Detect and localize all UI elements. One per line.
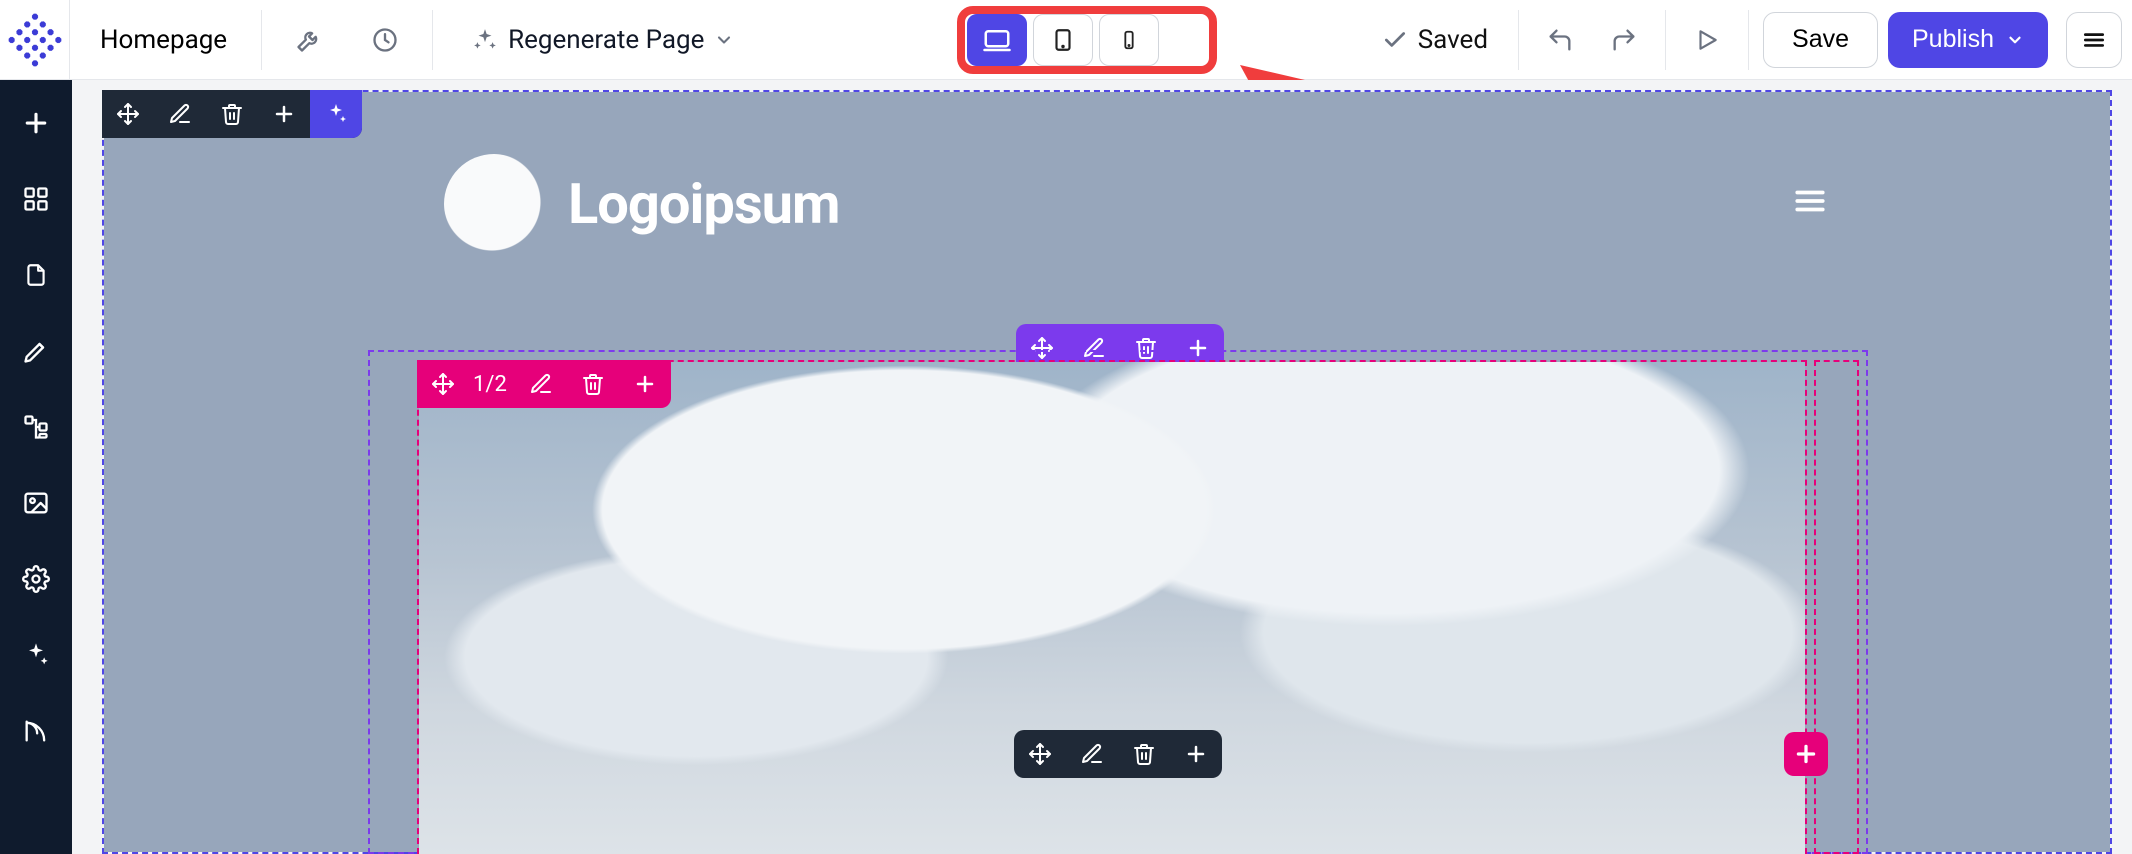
undo-icon <box>1546 26 1574 54</box>
blog-icon <box>22 717 50 745</box>
redo-button[interactable] <box>1597 13 1651 67</box>
page-title[interactable]: Homepage <box>80 25 247 55</box>
sidebar-design-button[interactable] <box>19 334 53 368</box>
column-outline-2[interactable] <box>1814 360 1859 854</box>
sidebar-pages-button[interactable] <box>19 258 53 292</box>
regenerate-page-button[interactable]: Regenerate Page <box>447 13 759 67</box>
desktop-icon <box>982 25 1012 55</box>
sparkle-icon <box>472 27 498 53</box>
edit-icon <box>529 372 553 396</box>
image-toolbar <box>1014 730 1222 778</box>
separator <box>1518 10 1519 70</box>
chevron-down-icon <box>2006 31 2024 49</box>
app-logo[interactable] <box>0 0 70 80</box>
settings-wrench-button[interactable] <box>276 13 342 67</box>
separator <box>432 10 433 70</box>
sidebar-add-button[interactable] <box>19 106 53 140</box>
move-icon <box>116 102 140 126</box>
preview-button[interactable] <box>1680 13 1734 67</box>
plus-icon <box>21 108 51 138</box>
wrench-icon <box>295 26 323 54</box>
plus-icon <box>1793 741 1819 767</box>
separator <box>1748 10 1749 70</box>
edit-icon <box>168 102 192 126</box>
site-nav-toggle[interactable] <box>1790 184 1830 218</box>
saved-status: Saved <box>1366 25 1504 55</box>
saved-label: Saved <box>1418 25 1488 55</box>
left-sidebar <box>0 80 72 854</box>
trash-icon <box>581 372 605 396</box>
publish-button[interactable]: Publish <box>1888 12 2048 68</box>
move-icon <box>431 372 455 396</box>
publish-label: Publish <box>1912 25 1994 54</box>
move-icon <box>1028 742 1052 766</box>
trash-icon <box>1132 742 1156 766</box>
ai-button[interactable] <box>310 90 362 138</box>
move-handle[interactable] <box>102 90 154 138</box>
top-toolbar: Homepage Regenerate Page Saved <box>0 0 2132 80</box>
plus-icon <box>272 102 296 126</box>
pen-icon <box>22 337 50 365</box>
sidebar-media-button[interactable] <box>19 486 53 520</box>
play-icon <box>1694 27 1720 53</box>
edit-icon <box>1080 742 1104 766</box>
sidebar-blocks-button[interactable] <box>19 182 53 216</box>
sparkle-icon <box>22 641 50 669</box>
add-button[interactable] <box>258 90 310 138</box>
app-logo-icon <box>3 8 65 70</box>
trash-icon <box>220 102 244 126</box>
section-toolbar <box>102 90 362 138</box>
regenerate-page-label: Regenerate Page <box>508 25 704 55</box>
edit-button[interactable] <box>515 360 567 408</box>
check-icon <box>1382 27 1408 53</box>
plus-icon <box>1184 742 1208 766</box>
add-column-button[interactable] <box>1784 732 1828 776</box>
tree-icon <box>22 413 50 441</box>
gear-icon <box>22 565 50 593</box>
column-toolbar: 1/2 <box>417 360 671 408</box>
move-handle[interactable] <box>417 360 469 408</box>
hero-image[interactable] <box>419 362 1805 854</box>
tablet-icon <box>1050 25 1076 55</box>
sparkle-icon <box>324 102 348 126</box>
delete-button[interactable] <box>206 90 258 138</box>
separator <box>261 10 262 70</box>
device-tablet-button[interactable] <box>1033 14 1093 66</box>
sidebar-settings-button[interactable] <box>19 562 53 596</box>
device-desktop-button[interactable] <box>967 14 1027 66</box>
image-icon <box>22 489 50 517</box>
sidebar-structure-button[interactable] <box>19 410 53 444</box>
add-button[interactable] <box>619 360 671 408</box>
brand-text: Logoipsum <box>568 171 839 237</box>
brand-mark-icon <box>444 154 544 254</box>
mobile-icon <box>1118 25 1140 55</box>
sidebar-ai-button[interactable] <box>19 638 53 672</box>
page-icon <box>23 260 49 290</box>
separator <box>1665 10 1666 70</box>
more-menu-button[interactable] <box>2066 12 2122 68</box>
save-button[interactable]: Save <box>1763 12 1878 68</box>
hamburger-icon <box>2081 27 2107 53</box>
device-mobile-button[interactable] <box>1099 14 1159 66</box>
hamburger-icon <box>1790 184 1830 218</box>
history-button[interactable] <box>352 13 418 67</box>
delete-button[interactable] <box>1118 730 1170 778</box>
grid-icon <box>22 185 50 213</box>
delete-button[interactable] <box>567 360 619 408</box>
edit-button[interactable] <box>1066 730 1118 778</box>
site-brand: Logoipsum <box>444 154 839 254</box>
device-switcher <box>961 8 1165 72</box>
edit-button[interactable] <box>154 90 206 138</box>
sidebar-blog-button[interactable] <box>19 714 53 748</box>
add-button[interactable] <box>1170 730 1222 778</box>
clock-icon <box>371 26 399 54</box>
plus-icon <box>633 372 657 396</box>
move-handle[interactable] <box>1014 730 1066 778</box>
undo-button[interactable] <box>1533 13 1587 67</box>
column-index-label: 1/2 <box>469 372 515 397</box>
chevron-down-icon <box>714 30 734 50</box>
redo-icon <box>1610 26 1638 54</box>
editor-canvas[interactable]: Logoipsum 1/2 <box>72 80 2132 854</box>
